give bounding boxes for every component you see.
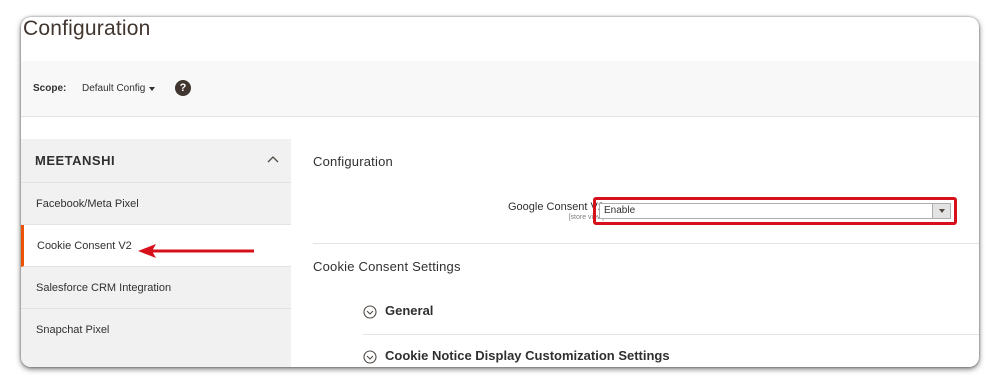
- group-label: General: [385, 303, 434, 318]
- chevron-up-icon[interactable]: [267, 154, 279, 164]
- chevron-down-icon[interactable]: [149, 87, 155, 91]
- google-consent-v2-label: Google Consent V2: [507, 201, 604, 213]
- section-title: Configuration: [313, 154, 393, 169]
- admin-window: Configuration Scope: Default Config ? ME…: [21, 17, 979, 367]
- brand-label: MEETANSHI: [35, 153, 116, 168]
- sidebar-item-snapchat-pixel[interactable]: Snapchat Pixel: [21, 309, 291, 351]
- annotation-arrow: [138, 244, 254, 258]
- settings-section-title[interactable]: Cookie Consent Settings: [313, 259, 461, 274]
- highlight-outline: Enable: [593, 197, 957, 225]
- sidebar-section-meetanshi[interactable]: MEETANSHI: [21, 139, 291, 183]
- sidebar-item-salesforce-crm[interactable]: Salesforce CRM Integration: [21, 267, 291, 309]
- page-title: Configuration: [23, 17, 151, 40]
- expand-circle-icon[interactable]: [363, 305, 377, 319]
- google-consent-v2-select[interactable]: Enable: [599, 203, 951, 219]
- sidebar-item-facebook-meta-pixel[interactable]: Facebook/Meta Pixel: [21, 183, 291, 225]
- scope-switcher[interactable]: Default Config: [82, 83, 145, 94]
- config-main: Configuration Google Consent V2 [store v…: [313, 139, 979, 367]
- group-label: Cookie Notice Display Customization Sett…: [385, 348, 670, 363]
- help-icon[interactable]: ?: [175, 80, 191, 96]
- dropdown-arrow-icon[interactable]: [932, 204, 950, 218]
- scope-hint: [store view]: [568, 214, 604, 221]
- select-value: Enable: [604, 205, 636, 216]
- divider: [313, 243, 979, 244]
- scope-bar: Scope: Default Config ?: [21, 61, 979, 117]
- scope-label: Scope:: [33, 83, 67, 94]
- expand-circle-icon[interactable]: [363, 350, 377, 364]
- divider: [363, 334, 979, 335]
- config-sidebar: MEETANSHI Facebook/Meta Pixel Cookie Con…: [21, 139, 291, 367]
